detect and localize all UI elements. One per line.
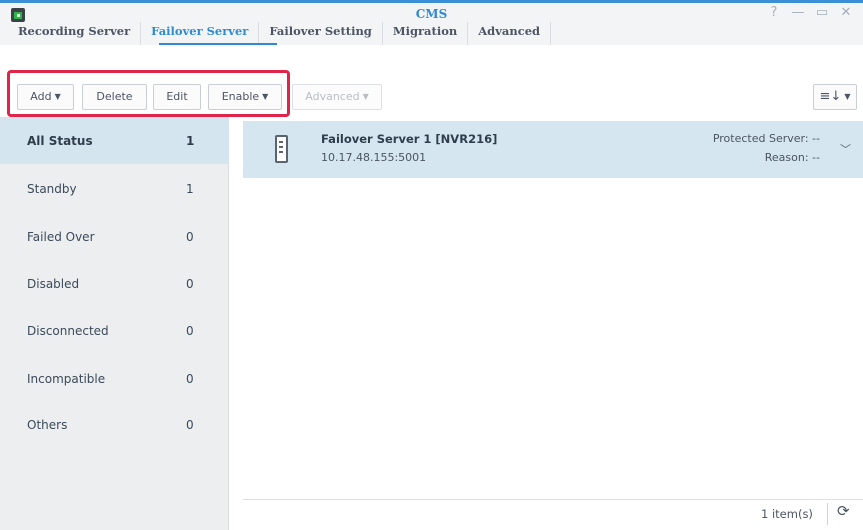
sidebar-item-disabled[interactable]: Disabled 0 — [0, 260, 229, 307]
refresh-icon[interactable]: ⟳ — [837, 502, 850, 520]
sidebar-item-count: 0 — [186, 276, 194, 291]
tab-recording-server[interactable]: Recording Server — [14, 22, 142, 45]
reason-status: Reason: -- — [764, 151, 820, 164]
sidebar-item-failed-over[interactable]: Failed Over 0 — [0, 213, 229, 260]
sort-caret-icon: ▼ — [844, 92, 851, 101]
status-sidebar: All Status 1 Standby 1 Failed Over 0 Disabl… — [0, 117, 229, 530]
sidebar-item-label: Others — [27, 417, 68, 432]
footer-separator — [827, 503, 828, 525]
minimize-icon[interactable]: — — [791, 6, 805, 20]
sidebar-item-label: All Status — [27, 133, 93, 148]
tab-bar: Recording Server Failover Server Failove… — [14, 22, 552, 45]
server-address: 10.17.48.155:5001 — [321, 151, 427, 164]
item-count: 1 item(s) — [761, 507, 813, 521]
sidebar-item-count: 0 — [186, 417, 194, 432]
sidebar-item-count: 1 — [186, 133, 195, 148]
tab-failover-setting[interactable]: Failover Setting — [259, 22, 383, 45]
tab-migration[interactable]: Migration — [383, 22, 469, 45]
server-list-panel: Failover Server 1 [NVR216] 10.17.48.155:… — [230, 117, 863, 530]
server-row[interactable]: Failover Server 1 [NVR216] 10.17.48.155:… — [243, 121, 863, 178]
chevron-down-icon[interactable]: ﹀ — [840, 141, 851, 157]
tab-failover-server[interactable]: Failover Server — [141, 22, 260, 45]
sidebar-item-count: 0 — [186, 371, 194, 386]
sidebar-item-label: Incompatible — [27, 371, 106, 386]
window-controls: ? — ▭ ✕ — [767, 6, 853, 20]
sidebar-item-others[interactable]: Others 0 — [0, 401, 229, 448]
sidebar-item-label: Disabled — [27, 276, 80, 291]
sidebar-item-all-status[interactable]: All Status 1 — [0, 117, 229, 164]
close-icon[interactable]: ✕ — [839, 6, 853, 20]
sort-button[interactable]: ≡↓ ▼ — [813, 84, 857, 110]
sidebar-item-disconnected[interactable]: Disconnected 0 — [0, 307, 229, 354]
footer-divider — [243, 499, 863, 500]
toolbar-highlight-frame — [7, 70, 290, 117]
sort-icon: ≡↓ — [819, 89, 842, 104]
advanced-button[interactable]: Advanced ▼ — [292, 84, 382, 110]
sidebar-item-label: Failed Over — [27, 229, 95, 244]
protected-server-status: Protected Server: -- — [712, 132, 820, 145]
help-icon[interactable]: ? — [767, 6, 781, 20]
sidebar-item-label: Disconnected — [27, 323, 109, 338]
sidebar-item-count: 0 — [186, 229, 194, 244]
server-name: Failover Server 1 [NVR216] — [321, 132, 498, 146]
sidebar-item-label: Standby — [27, 181, 77, 196]
server-icon — [275, 135, 288, 163]
active-tab-indicator — [159, 43, 277, 45]
sidebar-item-count: 1 — [186, 181, 194, 196]
advanced-caret-icon: ▼ — [362, 92, 369, 101]
maximize-icon[interactable]: ▭ — [815, 6, 829, 20]
sidebar-item-standby[interactable]: Standby 1 — [0, 165, 229, 212]
advanced-button-label: Advanced — [305, 90, 360, 103]
cms-app-icon — [11, 8, 25, 22]
sidebar-item-count: 0 — [186, 323, 194, 338]
window-title: CMS — [415, 7, 448, 21]
tab-advanced[interactable]: Advanced — [468, 22, 552, 45]
sidebar-item-incompatible[interactable]: Incompatible 0 — [0, 355, 229, 402]
